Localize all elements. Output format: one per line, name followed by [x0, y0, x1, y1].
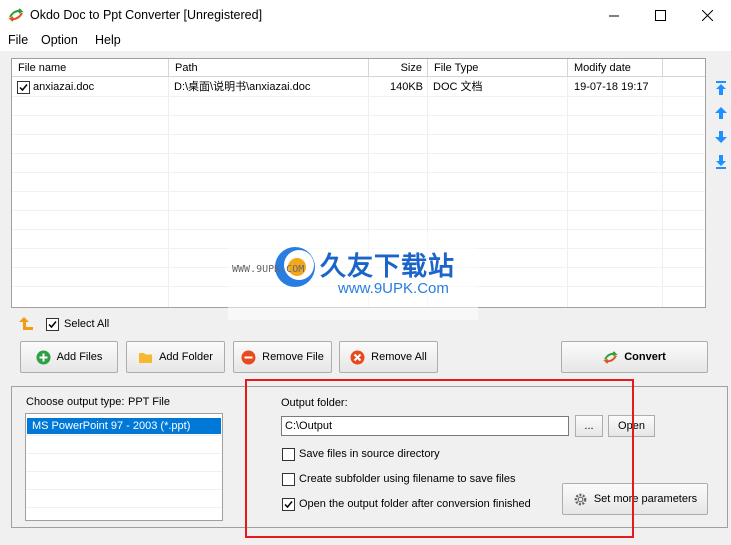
convert-label: Convert [624, 351, 666, 363]
select-all-checkbox[interactable] [46, 318, 59, 331]
maximize-icon [654, 10, 666, 21]
convert-button[interactable]: Convert [561, 341, 708, 373]
add-folder-button[interactable]: Add Folder [126, 341, 225, 373]
remove-icon [241, 350, 256, 364]
watermark-title: 久友下载站 [320, 252, 456, 282]
watermark-url: www.9UPK.Com [338, 280, 449, 297]
remove-all-button[interactable]: Remove All [339, 341, 438, 373]
output-type-label: Choose output type: [26, 396, 125, 408]
move-down-icon[interactable] [713, 129, 729, 145]
remove-all-label: Remove All [371, 351, 427, 363]
checkmark-icon [19, 84, 28, 92]
subfolder-checkbox[interactable] [282, 473, 295, 486]
list-divider [26, 453, 222, 454]
open-after-checkbox[interactable] [282, 498, 295, 511]
set-more-parameters-button[interactable]: Set more parameters [562, 483, 708, 515]
output-type-option[interactable]: MS PowerPoint 97 - 2003 (*.ppt) [27, 418, 221, 434]
checkmark-icon [284, 501, 293, 509]
close-icon [701, 10, 713, 21]
save-source-label[interactable]: Save files in source directory [299, 448, 440, 460]
add-files-label: Add Files [56, 351, 103, 363]
output-folder-label: Output folder: [281, 397, 348, 409]
up-level-icon[interactable] [18, 316, 34, 331]
row-divider [12, 191, 705, 192]
gear-icon [574, 493, 587, 505]
cell-modify-date: 19-07-18 19:17 [574, 81, 649, 93]
list-divider [26, 471, 222, 472]
app-icon [8, 8, 24, 22]
list-divider [26, 489, 222, 490]
col-modify-date[interactable]: Modify date [568, 59, 663, 77]
checkmark-icon [48, 321, 57, 329]
move-up-icon[interactable] [713, 105, 729, 121]
row-divider [12, 115, 705, 116]
minimize-icon [608, 15, 619, 17]
remove-file-button[interactable]: Remove File [233, 341, 332, 373]
row-checkbox[interactable] [17, 81, 30, 94]
move-top-icon[interactable] [713, 80, 729, 96]
row-divider [12, 134, 705, 135]
list-divider [26, 507, 222, 508]
remove-file-label: Remove File [262, 351, 324, 363]
menu-bar: File Option Help [0, 31, 731, 51]
row-divider [12, 153, 705, 154]
subfolder-label[interactable]: Create subfolder using filename to save … [299, 473, 515, 485]
menu-help[interactable]: Help [95, 33, 121, 47]
output-type-value: PPT File [128, 396, 170, 408]
add-files-button[interactable]: Add Files [20, 341, 118, 373]
add-folder-label: Add Folder [159, 351, 213, 363]
output-folder-input[interactable]: C:\Output [281, 416, 569, 436]
cell-size: 140KB [389, 81, 423, 93]
window-title: Okdo Doc to Ppt Converter [Unregistered] [30, 8, 263, 22]
col-divider [168, 77, 169, 307]
remove-all-icon [350, 350, 365, 364]
list-divider [26, 435, 222, 436]
list-header: File name Path Size File Type Modify dat… [12, 59, 705, 77]
menu-option[interactable]: Option [41, 33, 78, 47]
col-divider [567, 77, 568, 307]
row-divider [12, 229, 705, 230]
output-type-list[interactable]: MS PowerPoint 97 - 2003 (*.ppt) [25, 413, 223, 521]
menu-file[interactable]: File [8, 33, 28, 47]
open-after-label[interactable]: Open the output folder after conversion … [299, 498, 531, 510]
set-more-parameters-label: Set more parameters [593, 493, 698, 505]
col-divider [662, 77, 663, 307]
browse-button[interactable]: ... [575, 415, 603, 437]
col-size[interactable]: Size [369, 59, 428, 77]
col-file-name[interactable]: File name [12, 59, 169, 77]
save-source-checkbox[interactable] [282, 448, 295, 461]
select-all-label[interactable]: Select All [64, 318, 109, 330]
col-file-type[interactable]: File Type [428, 59, 568, 77]
col-extra [663, 59, 705, 77]
maximize-button[interactable] [637, 0, 683, 31]
col-path[interactable]: Path [169, 59, 369, 77]
move-bottom-icon[interactable] [713, 154, 729, 170]
row-divider [12, 96, 705, 97]
cell-file-name: anxiazai.doc [33, 81, 95, 93]
cell-file-type: DOC 文档 [433, 81, 483, 93]
row-divider [12, 210, 705, 211]
open-button[interactable]: Open [608, 415, 655, 437]
add-icon [36, 350, 51, 364]
cell-path: D:\桌面\说明书\anxiazai.doc [174, 81, 311, 93]
row-divider [12, 172, 705, 173]
convert-icon [603, 350, 619, 364]
minimize-button[interactable] [591, 0, 637, 31]
close-button[interactable] [684, 0, 730, 31]
watermark-small-text: WWW.9UPK.COM [232, 264, 305, 275]
folder-icon [139, 352, 153, 363]
title-bar: Okdo Doc to Ppt Converter [Unregistered] [0, 0, 731, 31]
